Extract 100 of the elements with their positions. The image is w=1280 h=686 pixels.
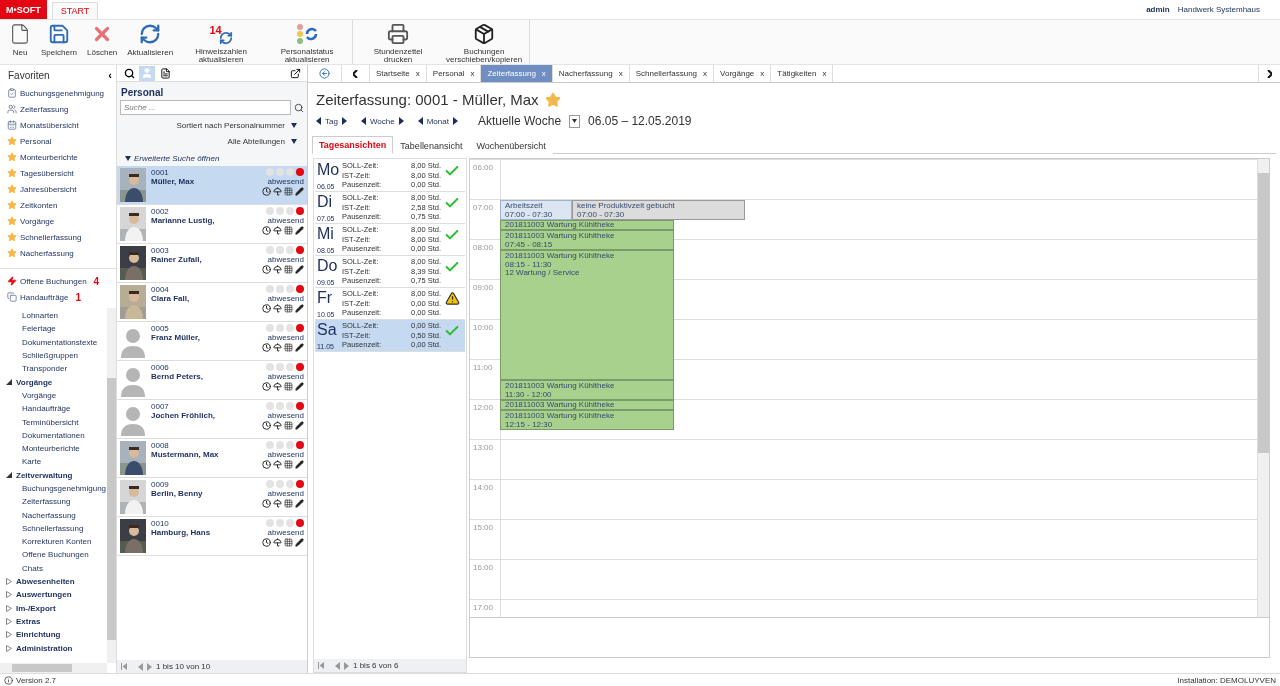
close-tab-button[interactable]: x <box>470 69 475 78</box>
employee-row[interactable]: 0009 Berlin, Benny abwesend <box>117 478 307 517</box>
tree-group[interactable]: Auswertungen <box>0 588 107 602</box>
pencil-icon[interactable] <box>295 226 304 235</box>
grid-icon[interactable] <box>284 265 293 274</box>
notice-item[interactable]: Handaufträge 1 <box>0 289 116 305</box>
tree-item[interactable]: Karte <box>0 455 107 469</box>
favorite-star-icon[interactable] <box>544 91 561 108</box>
grid-icon[interactable] <box>284 382 293 391</box>
close-tab-button[interactable]: x <box>760 69 765 78</box>
clock-icon[interactable] <box>262 304 271 313</box>
pencil-icon[interactable] <box>295 304 304 313</box>
employee-row[interactable]: 0005 Franz Müller, abwesend <box>117 322 307 361</box>
period-dropdown[interactable] <box>569 114 581 128</box>
tree-item[interactable]: Vorgänge <box>0 388 107 403</box>
tree-group[interactable]: Zeitverwaltung <box>0 468 107 482</box>
left-triangle-icon[interactable] <box>417 117 423 125</box>
right-triangle-icon[interactable] <box>452 117 458 125</box>
employee-row[interactable]: 0003 Rainer Zufall, abwesend <box>117 244 307 283</box>
collapsed-triangle-icon[interactable] <box>6 617 12 625</box>
umbrella-icon[interactable] <box>273 421 282 430</box>
close-tab-button[interactable]: x <box>415 69 420 78</box>
toolbar-button[interactable]: Buchungen verschieben/kopieren <box>441 20 528 64</box>
group-label[interactable]: Administration <box>16 643 73 653</box>
umbrella-icon[interactable] <box>273 304 282 313</box>
favorite-item[interactable]: Zeiterfassung <box>0 101 116 117</box>
expanded-triangle-icon[interactable] <box>6 472 12 479</box>
collapse-button[interactable]: ‹ <box>108 69 112 81</box>
close-tab-button[interactable]: x <box>703 69 708 78</box>
employee-row[interactable]: 0008 Mustermann, Max abwesend <box>117 439 307 478</box>
tree-item[interactable]: Lohnarten <box>0 309 107 323</box>
advanced-search-toggle[interactable]: Erweiterte Suche öffnen <box>119 153 226 164</box>
tree-item[interactable]: Schnellerfassung <box>0 521 107 536</box>
calendar-event[interactable]: 201811003 Wartung Kühltheke 11:30 - 12:00 <box>500 380 674 400</box>
tree-item[interactable]: Terminübersicht <box>0 415 107 429</box>
grid-icon[interactable] <box>284 538 293 547</box>
pencil-icon[interactable] <box>295 460 304 469</box>
favorite-item[interactable]: Monteurberichte <box>0 149 116 165</box>
right-triangle-icon[interactable] <box>341 117 347 125</box>
caret-icon[interactable] <box>291 123 297 128</box>
favorite-item[interactable]: Nacherfassung <box>0 245 116 261</box>
employee-row[interactable]: 0010 Hamburg, Hans abwesend <box>117 517 307 556</box>
tree-item[interactable]: Feiertage <box>0 322 107 336</box>
grid-icon[interactable] <box>284 304 293 313</box>
clock-icon[interactable] <box>262 343 271 352</box>
tree-group[interactable]: Im-/Export <box>0 601 107 615</box>
toolbar-button[interactable]: Neu <box>4 20 36 64</box>
grid-icon[interactable] <box>284 343 293 352</box>
calendar-event[interactable]: 201811003 Wartung Kühltheke 12:15 - 12:30 <box>500 410 674 430</box>
tree-group[interactable]: Abwesenheiten <box>0 574 107 589</box>
caret-icon[interactable] <box>291 139 297 144</box>
close-tab-button[interactable]: x <box>822 69 827 78</box>
tree-item[interactable]: Schließgruppen <box>0 348 107 363</box>
employee-row[interactable]: 0002 Marianne Lustig, abwesend <box>117 205 307 244</box>
umbrella-icon[interactable] <box>273 226 282 235</box>
tree-group[interactable]: Vorgänge <box>0 375 107 389</box>
employee-row[interactable]: 0004 Clara Fall, abwesend <box>117 283 307 322</box>
pencil-icon[interactable] <box>295 187 304 196</box>
employee-row[interactable]: 0001 Müller, Max abwesend <box>117 166 307 205</box>
tree-item[interactable]: Korrekturen Konten <box>0 535 107 549</box>
tree-item[interactable]: Nacherfassung <box>0 508 107 522</box>
umbrella-icon[interactable] <box>273 187 282 196</box>
group-label[interactable]: Im-/Export <box>16 603 56 613</box>
left-triangle-icon[interactable] <box>316 117 321 125</box>
employee-row[interactable]: 0007 Jochen Fröhlich, abwesend <box>117 400 307 439</box>
toolbar-button[interactable]: Personalstatus aktualisieren <box>264 20 351 64</box>
clock-icon[interactable] <box>262 460 271 469</box>
tree-group[interactable]: Einrichtung <box>0 628 107 642</box>
calendar-event[interactable]: 201811003 Wartung Kühltheke 07:45 - 08:15 <box>500 230 674 250</box>
collapsed-triangle-icon[interactable] <box>6 578 12 586</box>
collapsed-triangle-icon[interactable] <box>6 591 12 599</box>
favorite-item[interactable]: Tagesübersicht <box>0 165 116 181</box>
tree-item[interactable]: Zeiterfassung <box>0 495 107 509</box>
group-label[interactable]: Abwesenheiten <box>16 577 75 587</box>
umbrella-icon[interactable] <box>273 499 282 508</box>
collapsed-triangle-icon[interactable] <box>6 644 12 652</box>
search-icon[interactable] <box>294 102 304 113</box>
tree-item[interactable]: Offene Buchungen <box>0 548 107 562</box>
clock-icon[interactable] <box>262 187 271 196</box>
search-field[interactable]: Suche ... <box>120 100 291 115</box>
clock-icon[interactable] <box>262 421 271 430</box>
group-label[interactable]: Einrichtung <box>16 630 61 640</box>
tree-item[interactable]: Chats <box>0 561 107 575</box>
collapsed-triangle-icon[interactable] <box>6 604 12 612</box>
expanded-triangle-icon[interactable] <box>6 379 12 386</box>
calendar-event[interactable]: Arbeitszeit 07:00 - 07:30 <box>500 200 572 220</box>
employee-row[interactable]: 0006 Bernd Peters, abwesend <box>117 361 307 400</box>
favorite-item[interactable]: Buchungsgenehmigung <box>0 85 116 101</box>
caret-icon[interactable] <box>125 156 131 161</box>
toolbar-button[interactable]: Speichern <box>36 20 83 64</box>
grid-icon[interactable] <box>284 226 293 235</box>
favorite-item[interactable]: Jahresübersicht <box>0 181 116 197</box>
toolbar-button[interactable]: Stundenzettel drucken <box>355 20 442 64</box>
horizontal-scrollbar[interactable] <box>0 663 107 673</box>
umbrella-icon[interactable] <box>273 460 282 469</box>
favorite-item[interactable]: Monatsübersicht <box>0 117 116 133</box>
tree-item[interactable]: Buchungsgenehmigung <box>0 481 107 496</box>
sort-dropdown[interactable]: Sortiert nach Personalnummer <box>170 120 303 131</box>
tree-group[interactable]: Extras <box>0 614 107 629</box>
clock-icon[interactable] <box>262 265 271 274</box>
